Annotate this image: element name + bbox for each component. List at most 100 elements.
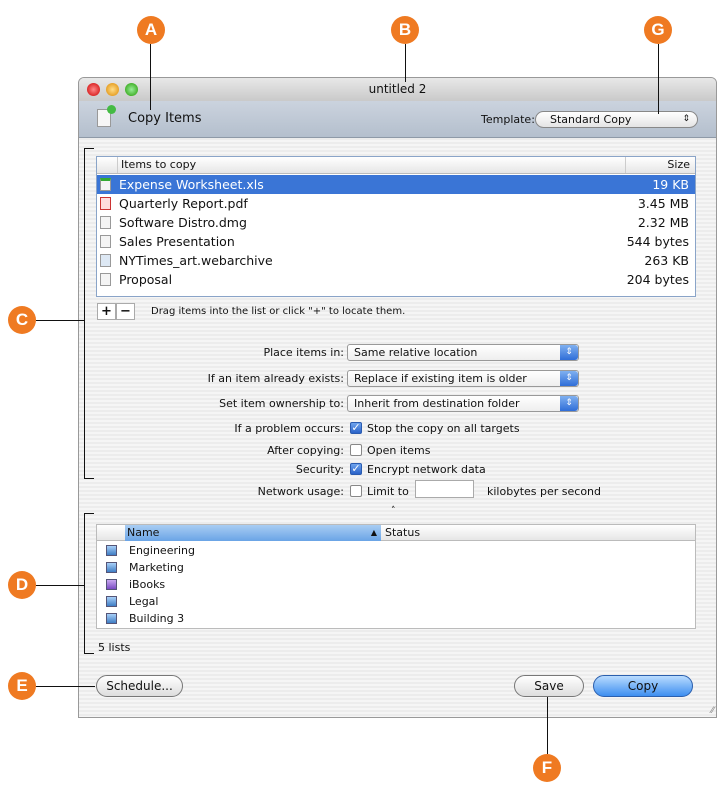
callout-d: D [8, 571, 36, 599]
encrypt-checkbox[interactable]: ✓ [350, 463, 362, 475]
limit-checkbox[interactable] [350, 485, 362, 497]
callout-c-bracket-bottom [84, 478, 94, 479]
callout-e: E [8, 672, 36, 700]
copy-button[interactable]: Copy [593, 675, 693, 697]
add-hint: Drag items into the list or click "+" to… [151, 306, 406, 317]
remove-item-button[interactable]: − [116, 303, 135, 320]
table-row[interactable]: Proposal 204 bytes [97, 270, 695, 289]
template-popup[interactable]: Standard Copy ⇕ [535, 111, 698, 128]
spreadsheet-icon [100, 178, 111, 191]
pdf-icon [100, 197, 111, 210]
callout-c: C [8, 306, 36, 334]
list-item[interactable]: Legal [97, 593, 695, 610]
save-button[interactable]: Save [514, 675, 584, 697]
callout-b: B [391, 16, 419, 44]
file-size: 544 bytes [626, 234, 689, 249]
callout-f: F [533, 754, 561, 782]
action-title: Copy Items [128, 111, 202, 126]
file-name: Quarterly Report.pdf [119, 196, 248, 211]
header-items-to-copy[interactable]: Items to copy [117, 157, 196, 173]
header-name[interactable]: Name ▲ [125, 525, 381, 541]
presentation-icon [100, 235, 111, 248]
stop-copy-checkbox[interactable]: ✓ [350, 422, 362, 434]
file-name: Sales Presentation [119, 234, 235, 249]
file-name: Proposal [119, 272, 173, 287]
callout-g: G [644, 16, 672, 44]
file-size: 2.32 MB [637, 215, 689, 230]
sort-ascending-icon: ▲ [370, 528, 377, 537]
stop-copy-text: Stop the copy on all targets [367, 422, 520, 435]
callout-f-line [547, 697, 548, 754]
list-item[interactable]: iBooks [97, 576, 695, 593]
place-popup[interactable]: Same relative location ⇕ [347, 344, 579, 361]
open-items-checkbox[interactable] [350, 444, 362, 456]
callout-e-line [36, 686, 95, 687]
table-row[interactable]: Expense Worksheet.xls 19 KB [97, 175, 695, 194]
table-row[interactable]: NYTimes_art.webarchive 263 KB [97, 251, 695, 270]
disk-image-icon [100, 216, 111, 229]
template-label: Template: [481, 113, 535, 126]
callout-d-bracket [84, 513, 85, 654]
computer-list-icon [106, 562, 117, 573]
toolbar: Copy Items Template: Standard Copy ⇕ [79, 101, 716, 138]
owner-label: Set item ownership to: [219, 397, 344, 410]
limit-text: Limit to [367, 485, 409, 498]
after-label: After copying: [267, 444, 344, 457]
owner-popup[interactable]: Inherit from destination folder ⇕ [347, 395, 579, 412]
callout-d-line [36, 585, 84, 586]
security-label: Security: [295, 463, 344, 476]
file-size: 263 KB [644, 253, 689, 268]
lists-count: 5 lists [98, 641, 131, 654]
add-item-button[interactable]: + [97, 303, 116, 320]
file-size: 19 KB [652, 177, 689, 192]
schedule-button[interactable]: Schedule... [96, 675, 183, 697]
callout-d-bracket-top [84, 513, 94, 514]
computer-list-icon [106, 613, 117, 624]
owner-value: Inherit from destination folder [354, 397, 520, 410]
header-size[interactable]: Size [625, 157, 695, 173]
table-row[interactable]: Software Distro.dmg 2.32 MB [97, 213, 695, 232]
list-name: Marketing [129, 561, 184, 574]
file-name: Expense Worksheet.xls [119, 177, 264, 192]
smart-list-icon [106, 579, 117, 590]
minimize-button[interactable] [106, 83, 119, 96]
callout-c-bracket [84, 148, 85, 478]
exists-popup[interactable]: Replace if existing item is older ⇕ [347, 370, 579, 387]
list-item[interactable]: Engineering [97, 542, 695, 559]
place-value: Same relative location [354, 346, 478, 359]
network-label: Network usage: [257, 485, 344, 498]
callout-d-bracket-bottom [84, 653, 94, 654]
plus-badge-icon [107, 105, 116, 114]
close-button[interactable] [87, 83, 100, 96]
callout-a-line [150, 44, 151, 110]
kbps-input[interactable] [415, 480, 474, 498]
template-value: Standard Copy [550, 113, 632, 126]
table-row[interactable]: Sales Presentation 544 bytes [97, 232, 695, 251]
items-table[interactable]: Items to copy Size Expense Worksheet.xls… [96, 156, 696, 297]
exists-label: If an item already exists: [207, 372, 344, 385]
callout-g-line [658, 44, 659, 114]
file-name: Software Distro.dmg [119, 215, 247, 230]
list-name: Legal [129, 595, 159, 608]
encrypt-text: Encrypt network data [367, 463, 486, 476]
updown-arrows-icon: ⇕ [682, 114, 690, 124]
exists-value: Replace if existing item is older [354, 372, 527, 385]
lists-table[interactable]: Name ▲ Status Engineering Marketing iBook… [96, 524, 696, 629]
callout-c-line [36, 320, 84, 321]
callout-c-bracket-top [84, 148, 94, 149]
webarchive-icon [100, 254, 111, 267]
list-name: Engineering [129, 544, 195, 557]
header-status[interactable]: Status [383, 525, 420, 541]
window-title: untitled 2 [368, 82, 427, 96]
file-name: NYTimes_art.webarchive [119, 253, 273, 268]
zoom-button[interactable] [125, 83, 138, 96]
list-item[interactable]: Building 3 [97, 610, 695, 627]
table-row[interactable]: Quarterly Report.pdf 3.45 MB [97, 194, 695, 213]
resize-grip-icon[interactable]: ⁄⁄ [711, 706, 714, 716]
splitter-handle[interactable]: ˄ [391, 506, 396, 516]
file-size: 3.45 MB [637, 196, 689, 211]
updown-arrows-icon: ⇕ [560, 345, 578, 360]
problem-label: If a problem occurs: [234, 422, 344, 435]
list-item[interactable]: Marketing [97, 559, 695, 576]
title-bar[interactable]: untitled 2 [79, 78, 716, 101]
